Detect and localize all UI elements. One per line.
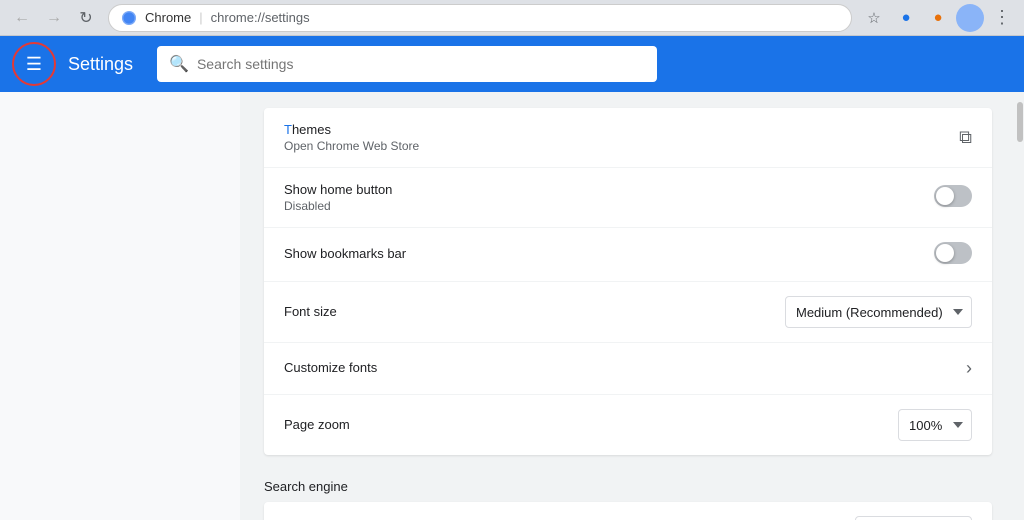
customize-fonts-chevron: › <box>966 358 972 378</box>
font-size-title: Font size <box>284 304 769 319</box>
search-bar: 🔍 <box>157 46 657 82</box>
themes-t-letter: T <box>284 122 292 137</box>
show-bookmarks-bar-title: Show bookmarks bar <box>284 246 918 261</box>
browser-actions: ☆ ● ● ⋮ <box>860 4 1016 32</box>
settings-title: Settings <box>68 54 133 75</box>
scrollbar-track[interactable] <box>1016 92 1024 520</box>
page-zoom-select[interactable]: 75% 90% 100% 110% 125% 150% <box>898 409 972 441</box>
search-icon: 🔍 <box>169 54 189 74</box>
show-home-button-info: Show home button Disabled <box>284 182 918 213</box>
browser-chrome: ← → ↻ Chrome | chrome://settings ☆ ● ● ⋮ <box>0 0 1024 36</box>
favicon-icon <box>121 10 137 26</box>
page-zoom-title: Page zoom <box>284 417 882 432</box>
show-home-button-subtitle: Disabled <box>284 199 918 213</box>
browser-title: Chrome <box>145 10 191 25</box>
themes-info: Themes Open Chrome Web Store <box>284 122 943 153</box>
extension2-button[interactable]: ● <box>924 4 952 32</box>
themes-title-rest: hemes <box>292 122 331 137</box>
show-home-button-toggle[interactable] <box>934 185 972 207</box>
main-content: Themes Open Chrome Web Store ⧉ Show home… <box>240 92 1016 520</box>
themes-subtitle: Open Chrome Web Store <box>284 139 943 153</box>
menu-icon: ☰ <box>26 54 42 75</box>
font-size-select[interactable]: Very Small Small Medium (Recommended) La… <box>785 296 972 328</box>
profile-button[interactable] <box>956 4 984 32</box>
font-size-row: Font size Very Small Small Medium (Recom… <box>264 282 992 343</box>
show-home-button-row: Show home button Disabled <box>264 168 992 228</box>
customize-fonts-action: › <box>966 358 972 379</box>
address-url: chrome://settings <box>211 10 310 25</box>
show-home-button-toggle-wrapper <box>934 185 972 210</box>
search-engine-select[interactable]: Google Bing Yahoo! DuckDuckGo <box>855 516 972 520</box>
font-size-info: Font size <box>284 304 769 321</box>
page-zoom-action: 75% 90% 100% 110% 125% 150% <box>898 409 972 441</box>
sidebar <box>0 92 240 520</box>
settings-header: ☰ Settings 🔍 <box>0 36 1024 92</box>
url-separator: | <box>199 10 202 25</box>
search-engine-used-action: Google Bing Yahoo! DuckDuckGo <box>855 516 972 520</box>
page-zoom-row: Page zoom 75% 90% 100% 110% 125% 150% <box>264 395 992 455</box>
font-size-action: Very Small Small Medium (Recommended) La… <box>785 296 972 328</box>
themes-row: Themes Open Chrome Web Store ⧉ <box>264 108 992 168</box>
scrollbar-thumb[interactable] <box>1017 102 1023 142</box>
back-button[interactable]: ← <box>8 4 36 32</box>
search-input[interactable] <box>197 56 645 72</box>
search-engine-heading: Search engine <box>264 471 992 502</box>
more-menu-button[interactable]: ⋮ <box>988 4 1016 32</box>
bookmark-button[interactable]: ☆ <box>860 4 888 32</box>
address-bar[interactable]: Chrome | chrome://settings <box>108 4 852 32</box>
customize-fonts-row[interactable]: Customize fonts › <box>264 343 992 395</box>
page-zoom-info: Page zoom <box>284 417 882 434</box>
show-bookmarks-bar-row: Show bookmarks bar <box>264 228 992 282</box>
forward-button[interactable]: → <box>40 4 68 32</box>
external-link-icon[interactable]: ⧉ <box>959 127 972 147</box>
themes-action: ⧉ <box>959 127 972 148</box>
nav-buttons: ← → ↻ <box>8 4 100 32</box>
content-wrapper: Themes Open Chrome Web Store ⧉ Show home… <box>0 92 1024 520</box>
show-bookmarks-bar-info: Show bookmarks bar <box>284 246 918 263</box>
appearance-card: Themes Open Chrome Web Store ⧉ Show home… <box>264 108 992 455</box>
search-engine-used-row: Search engine used in the address bar Go… <box>264 502 992 520</box>
customize-fonts-title: Customize fonts <box>284 360 950 375</box>
reload-button[interactable]: ↻ <box>72 4 100 32</box>
extension1-button[interactable]: ● <box>892 4 920 32</box>
customize-fonts-info: Customize fonts <box>284 360 950 377</box>
show-home-button-title: Show home button <box>284 182 918 197</box>
show-bookmarks-bar-toggle-wrapper <box>934 242 972 267</box>
show-bookmarks-bar-toggle[interactable] <box>934 242 972 264</box>
search-engine-card: Search engine used in the address bar Go… <box>264 502 992 520</box>
menu-button[interactable]: ☰ <box>16 46 52 82</box>
themes-title: Themes <box>284 122 943 137</box>
